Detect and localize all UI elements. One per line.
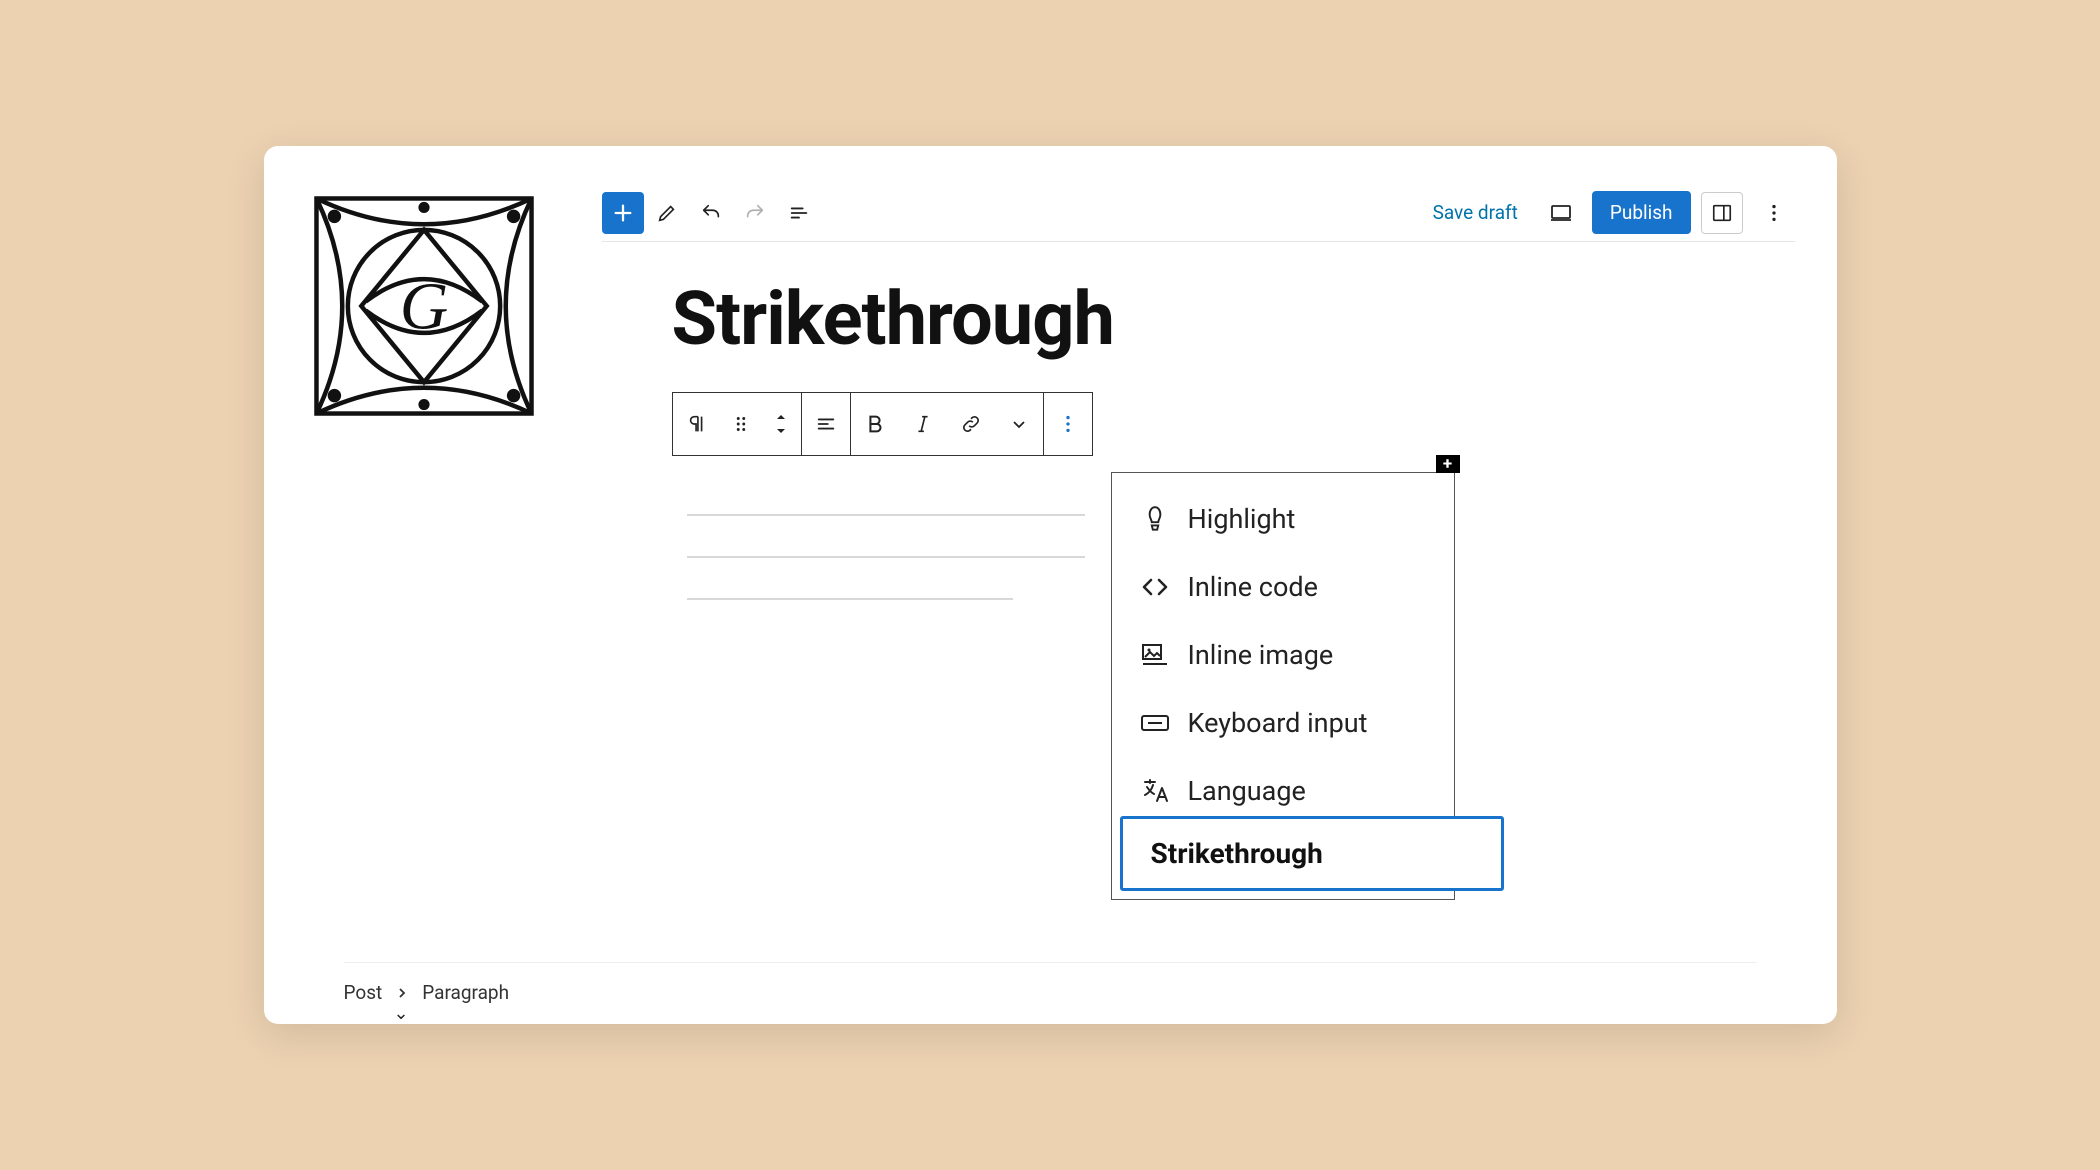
add-block-button[interactable]	[602, 192, 644, 234]
preview-button[interactable]	[1540, 192, 1582, 234]
placeholder-line	[687, 514, 1085, 516]
dropdown-item-label: Keyboard input	[1188, 707, 1368, 739]
edit-icon	[656, 202, 678, 224]
dropdown-item-label: Inline image	[1188, 639, 1334, 671]
move-updown-icon	[772, 412, 790, 436]
block-type-button[interactable]	[673, 393, 721, 455]
dropdown-item-inline-code[interactable]: Inline code	[1112, 553, 1454, 621]
language-icon	[1140, 776, 1170, 806]
link-button[interactable]	[947, 393, 995, 455]
site-logo[interactable]: G	[312, 194, 536, 418]
breadcrumb-current[interactable]: Paragraph	[422, 981, 509, 1004]
post-title-area: Strikethrough	[672, 276, 1777, 363]
dropdown-item-label: Language	[1188, 775, 1306, 807]
code-icon	[1140, 572, 1170, 602]
block-toolbar	[672, 392, 1093, 456]
move-block-button[interactable]	[761, 393, 801, 455]
bold-button[interactable]	[851, 393, 899, 455]
editor-topbar: Save draft Publish	[602, 196, 1795, 242]
topbar-left-group	[602, 192, 820, 234]
paragraph-icon	[686, 413, 708, 435]
paragraph-placeholder[interactable]	[687, 514, 1085, 640]
bold-icon	[865, 413, 885, 435]
placeholder-line	[687, 598, 1013, 600]
highlight-icon	[1140, 504, 1170, 534]
gutenberg-logo-icon: G	[312, 194, 536, 418]
tools-button[interactable]	[646, 192, 688, 234]
dropdown-item-keyboard-input[interactable]: Keyboard input	[1112, 689, 1454, 757]
topbar-right-group: Save draft Publish	[1421, 191, 1795, 234]
align-left-icon	[815, 413, 837, 435]
block-breadcrumb: Post Paragraph	[344, 962, 1757, 1004]
dropdown-item-strikethrough[interactable]: Strikethrough	[1120, 816, 1504, 891]
placeholder-line	[687, 556, 1085, 558]
plus-icon	[612, 202, 634, 224]
keyboard-icon	[1140, 708, 1170, 738]
undo-button[interactable]	[690, 192, 732, 234]
options-button[interactable]	[1753, 192, 1795, 234]
dropdown-item-label: Inline code	[1188, 571, 1318, 603]
publish-button[interactable]: Publish	[1592, 191, 1691, 234]
dropdown-plus-tab: +	[1436, 455, 1460, 473]
inline-image-icon	[1140, 640, 1170, 670]
dropdown-item-label: Strikethrough	[1151, 837, 1323, 870]
resize-caret: ⌄	[394, 1003, 409, 1024]
post-title[interactable]: Strikethrough	[672, 276, 1777, 363]
drag-icon	[733, 413, 749, 435]
list-view-icon	[788, 202, 810, 224]
document-overview-button[interactable]	[778, 192, 820, 234]
italic-icon	[915, 413, 931, 435]
undo-icon	[700, 202, 722, 224]
chevron-down-icon	[1010, 415, 1028, 433]
editor-window: G Save draft	[264, 146, 1837, 1024]
dropdown-item-highlight[interactable]: Highlight	[1112, 485, 1454, 553]
chevron-right-icon	[396, 987, 408, 999]
dropdown-item-inline-image[interactable]: Inline image	[1112, 621, 1454, 689]
redo-button[interactable]	[734, 192, 776, 234]
preview-icon	[1549, 201, 1573, 225]
sidebar-icon	[1711, 202, 1733, 224]
rich-text-dropdown: + Highlight Inline code Inline image Key…	[1111, 472, 1455, 900]
settings-sidebar-toggle[interactable]	[1701, 192, 1743, 234]
more-vertical-icon	[1763, 202, 1785, 224]
more-vertical-icon	[1057, 413, 1079, 435]
dropdown-item-label: Highlight	[1188, 503, 1296, 535]
block-options-button[interactable]	[1044, 393, 1092, 455]
link-icon	[960, 413, 982, 435]
save-draft-button[interactable]: Save draft	[1421, 193, 1530, 232]
drag-handle[interactable]	[721, 393, 761, 455]
breadcrumb-root[interactable]: Post	[344, 981, 383, 1004]
align-button[interactable]	[802, 393, 850, 455]
more-rich-text-button[interactable]	[995, 393, 1043, 455]
redo-icon	[744, 202, 766, 224]
italic-button[interactable]	[899, 393, 947, 455]
